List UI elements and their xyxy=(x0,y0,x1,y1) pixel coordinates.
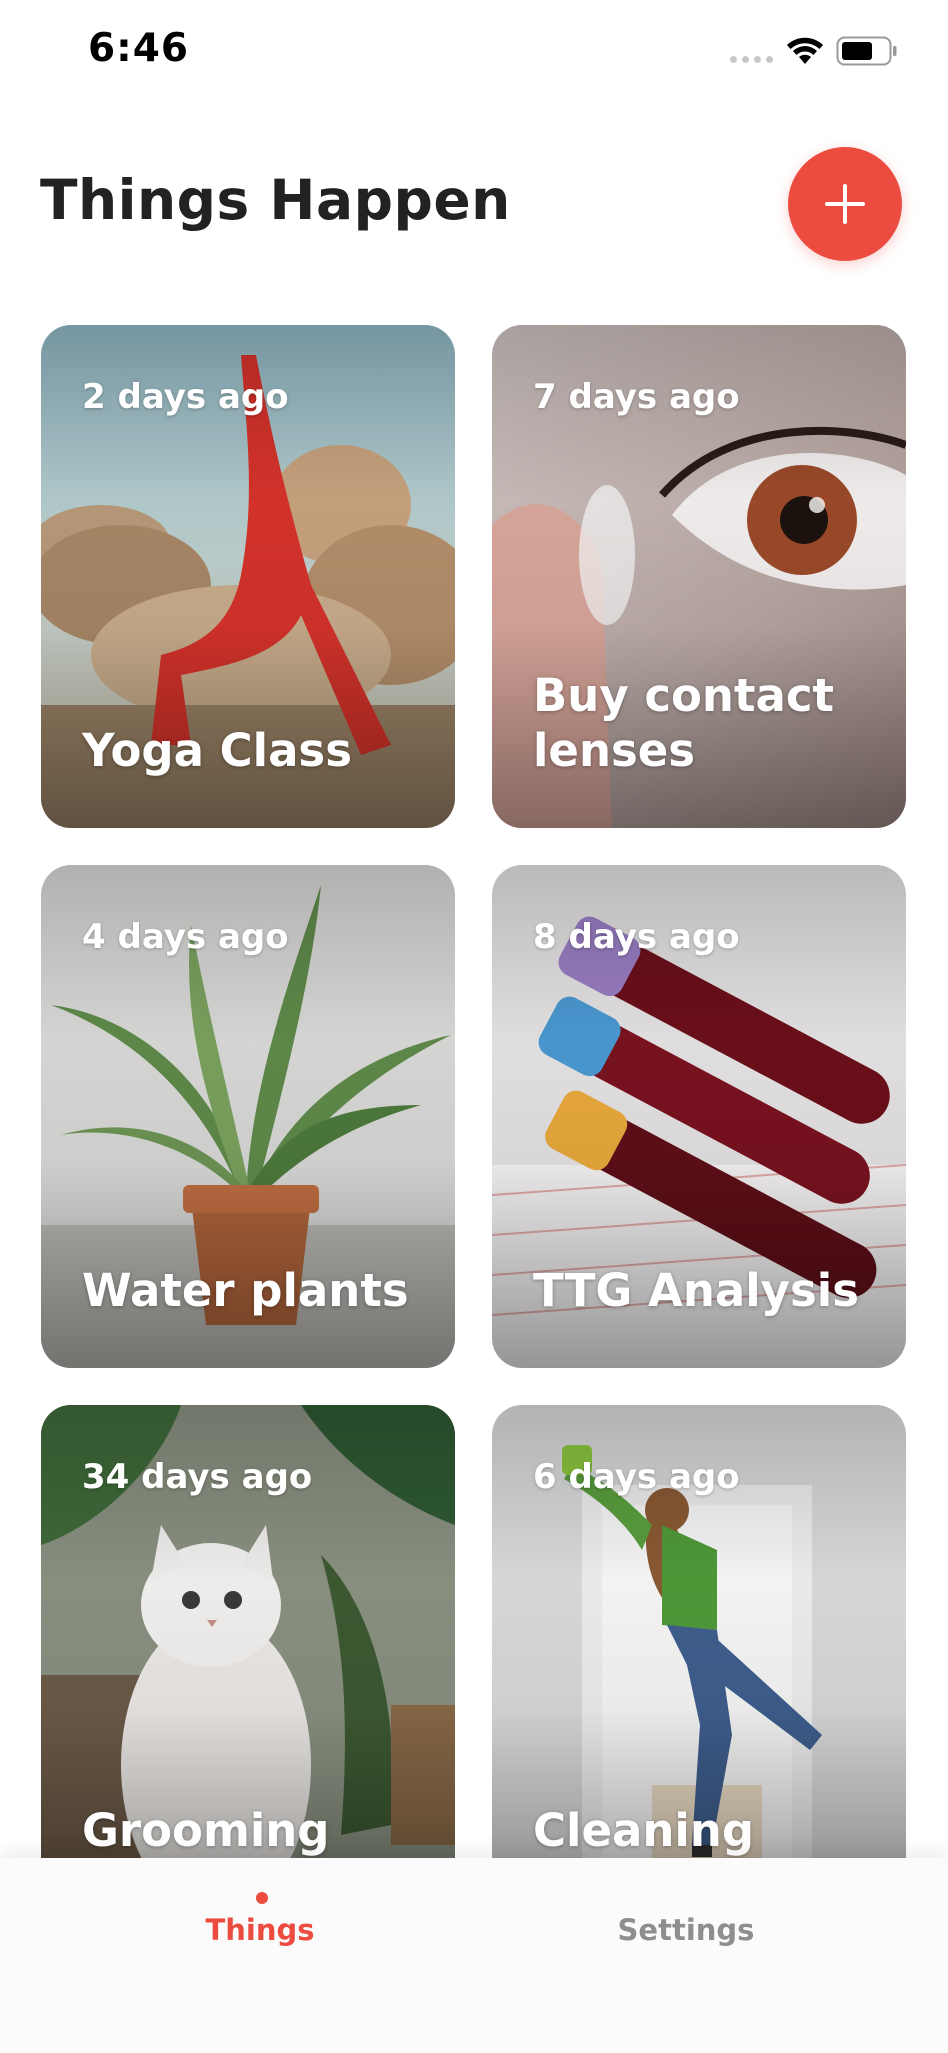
thing-last-done: 6 days ago xyxy=(533,1457,740,1497)
thing-last-done: 4 days ago xyxy=(82,917,289,957)
thing-card-water-plants[interactable]: 4 days ago Water plants xyxy=(41,865,455,1368)
thing-card-yoga[interactable]: 2 days ago Yoga Class xyxy=(41,325,455,828)
thing-title: Yoga Class xyxy=(82,724,352,777)
cellular-signal-icon xyxy=(730,56,773,63)
plus-icon xyxy=(825,184,865,224)
thing-last-done: 7 days ago xyxy=(533,377,740,417)
tab-settings[interactable]: Settings xyxy=(566,1913,806,1947)
thing-title: Grooming xyxy=(82,1804,330,1857)
thing-card-ttg-analysis[interactable]: 8 days ago TTG Analysis xyxy=(492,865,906,1368)
add-thing-button[interactable] xyxy=(788,147,902,261)
status-bar: 6:46 xyxy=(0,0,948,110)
thing-title: TTG Analysis xyxy=(533,1264,860,1317)
thing-title: Buy contact lenses xyxy=(533,669,835,777)
page-title: Things Happen xyxy=(40,168,511,232)
thing-card-contact-lenses[interactable]: 7 days ago Buy contact lenses xyxy=(492,325,906,828)
wifi-icon xyxy=(787,37,823,64)
tab-bar: Things Settings xyxy=(0,1858,948,2053)
active-tab-indicator xyxy=(256,1892,268,1904)
thing-last-done: 2 days ago xyxy=(82,377,289,417)
status-time: 6:46 xyxy=(88,26,190,71)
thing-last-done: 8 days ago xyxy=(533,917,740,957)
tab-things[interactable]: Things xyxy=(140,1913,380,1947)
thing-last-done: 34 days ago xyxy=(82,1457,313,1497)
battery-icon xyxy=(836,36,897,66)
thing-card-cleaning[interactable]: 6 days ago Cleaning xyxy=(492,1405,906,1908)
thing-title: Cleaning xyxy=(533,1804,755,1857)
thing-title: Water plants xyxy=(82,1264,409,1317)
thing-card-grooming[interactable]: 34 days ago Grooming xyxy=(41,1405,455,1908)
